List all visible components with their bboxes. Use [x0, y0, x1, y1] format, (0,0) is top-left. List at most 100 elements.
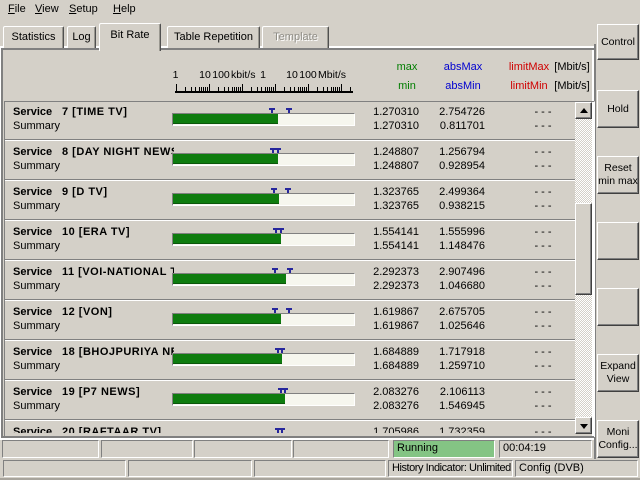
column-header-Mbits: [Mbit/s] — [554, 61, 589, 73]
absmin-value: 1.148476 — [393, 240, 485, 252]
service-row[interactable]: Service11 [VOI-NATIONAL TV]Summary2.2923… — [5, 263, 575, 303]
ruler-tick-minor — [350, 87, 351, 91]
menu-file[interactable]: File — [8, 2, 26, 17]
service-row[interactable]: Service10 [ERA TV]Summary1.5541411.55599… — [5, 223, 575, 263]
scale-label: 1 — [173, 69, 179, 81]
marker-stem — [281, 350, 283, 353]
tab-log[interactable]: Log — [67, 26, 96, 48]
scale-label: 10 — [199, 69, 211, 81]
softkey-label: View — [598, 373, 638, 386]
service-row[interactable]: Service20 [RAFTAAR TV]Summary1.7059861.7… — [5, 423, 575, 433]
ruler-tick-minor — [228, 87, 229, 91]
ruler-tick-minor — [232, 87, 233, 91]
marker-stem — [275, 230, 277, 233]
softkey-expand-view[interactable]: ExpandView — [597, 354, 639, 392]
softkey-reset-min-max[interactable]: Resetmin max — [597, 156, 639, 194]
ruler-tick-minor — [298, 87, 299, 91]
tab-table-repetition[interactable]: Table Repetition — [167, 26, 260, 48]
marker-stem — [284, 390, 286, 393]
bitrate-bar — [173, 354, 282, 364]
scroll-down-button[interactable] — [575, 417, 592, 434]
marker-stem — [274, 270, 276, 273]
service-row[interactable]: Service8 [DAY NIGHT NEWS]Summary1.248807… — [5, 143, 575, 183]
service-word: Service — [13, 186, 52, 198]
absmax-marker-icon — [286, 308, 292, 313]
absmax-value: 1.732359 — [393, 426, 485, 433]
service-row[interactable]: Service18 [BHOJPURIYA NEWS]Summary1.6848… — [5, 343, 575, 383]
ruler-tick-major — [176, 84, 177, 91]
softkey-blank-4[interactable] — [597, 288, 639, 326]
service-row[interactable]: Service12 [VON]Summary1.6198672.675705- … — [5, 303, 575, 343]
limitmin-value: - - - — [510, 400, 575, 412]
service-summary: Summary — [13, 120, 60, 132]
bitrate-bar — [173, 314, 281, 324]
ruler-tick-minor — [331, 87, 332, 91]
service-label: Service11 [VOI-NATIONAL TV] — [13, 266, 174, 280]
status-cell-empty — [128, 460, 252, 477]
service-word: Service — [13, 346, 52, 358]
marker-stem — [272, 150, 274, 153]
softkey-control[interactable]: Control — [597, 24, 639, 60]
service-word: Service — [13, 426, 52, 433]
row-separator-highlight — [5, 420, 575, 421]
softkey-label: Reset — [598, 162, 638, 175]
service-summary: Summary — [13, 200, 60, 212]
softkey-label: Config... — [598, 439, 638, 452]
marker-stem — [288, 310, 290, 313]
ruler-tick-major — [341, 84, 342, 91]
scrollbar-thumb[interactable] — [575, 203, 592, 295]
row-separator-highlight — [5, 140, 575, 141]
tab-template[interactable]: Template — [262, 26, 329, 48]
service-label: Service9 [D TV] — [13, 186, 174, 200]
softkey-hold[interactable]: Hold — [597, 90, 639, 128]
row-separator-highlight — [5, 180, 575, 181]
service-label: Service12 [VON] — [13, 306, 174, 320]
ruler-tick-minor — [205, 87, 206, 91]
menu-view[interactable]: View — [35, 2, 59, 17]
marker-stem — [281, 430, 283, 433]
tab-strip: StatisticsLogBit Rate Table RepetitionTem… — [0, 22, 594, 51]
absmax-marker-icon — [279, 348, 285, 353]
vertical-scrollbar[interactable] — [575, 102, 592, 434]
limitmax-value: - - - — [510, 146, 575, 158]
service-summary: Summary — [13, 160, 60, 172]
service-row[interactable]: Service9 [D TV]Summary1.3237652.499364- … — [5, 183, 575, 223]
ruler-tick-minor — [300, 87, 301, 91]
marker-stem — [277, 150, 279, 153]
status-cell-config-dvb: Config (DVB) — [515, 460, 638, 477]
absmax-marker-icon — [275, 148, 281, 153]
chart-header: 110100kbit/s110100Mbit/smaxabsMaxlimitMa… — [0, 50, 594, 101]
status-bar-top: Running00:04:19 — [0, 440, 594, 458]
limitmin-value: - - - — [510, 360, 575, 372]
row-separator-highlight — [5, 300, 575, 301]
ruler-tick-minor — [199, 87, 200, 91]
tab-bit-rate[interactable]: Bit Rate — [99, 23, 161, 51]
limitmax-value: - - - — [510, 106, 575, 118]
bitrate-bar — [173, 114, 278, 124]
absmax-marker-icon — [285, 188, 291, 193]
menu-mnemonic: S — [69, 3, 76, 15]
marker-stem — [280, 230, 282, 233]
status-cell-empty — [293, 440, 389, 458]
softkey-moni-config[interactable]: MoniConfig... — [597, 420, 639, 458]
absmax-marker-icon — [286, 108, 292, 113]
tab-statistics[interactable]: Statistics — [3, 26, 64, 48]
absmin-marker-icon — [272, 268, 278, 273]
absmin-value: 0.811701 — [393, 120, 485, 132]
service-name: 10 [ERA TV] — [62, 226, 130, 238]
service-row[interactable]: Service19 [P7 NEWS]Summary2.0832762.1061… — [5, 383, 575, 423]
menu-setup[interactable]: Setup — [69, 2, 98, 17]
menu-help[interactable]: Help — [113, 2, 136, 17]
ruler-tick-minor — [306, 87, 307, 91]
service-row[interactable]: Service7 [TIME TV]Summary1.2703102.75472… — [5, 103, 575, 143]
ruler-tick-minor — [207, 87, 208, 91]
row-separator-highlight — [5, 380, 575, 381]
limitmax-value: - - - — [510, 386, 575, 398]
absmin-value: 0.928954 — [393, 160, 485, 172]
softkey-blank-3[interactable] — [597, 222, 639, 260]
scroll-up-button[interactable] — [575, 102, 592, 119]
ruler-tick-minor — [327, 87, 328, 91]
ruler-tick-minor — [251, 87, 252, 91]
ruler-tick-minor — [290, 87, 291, 91]
ruler-tick-minor — [269, 87, 270, 91]
